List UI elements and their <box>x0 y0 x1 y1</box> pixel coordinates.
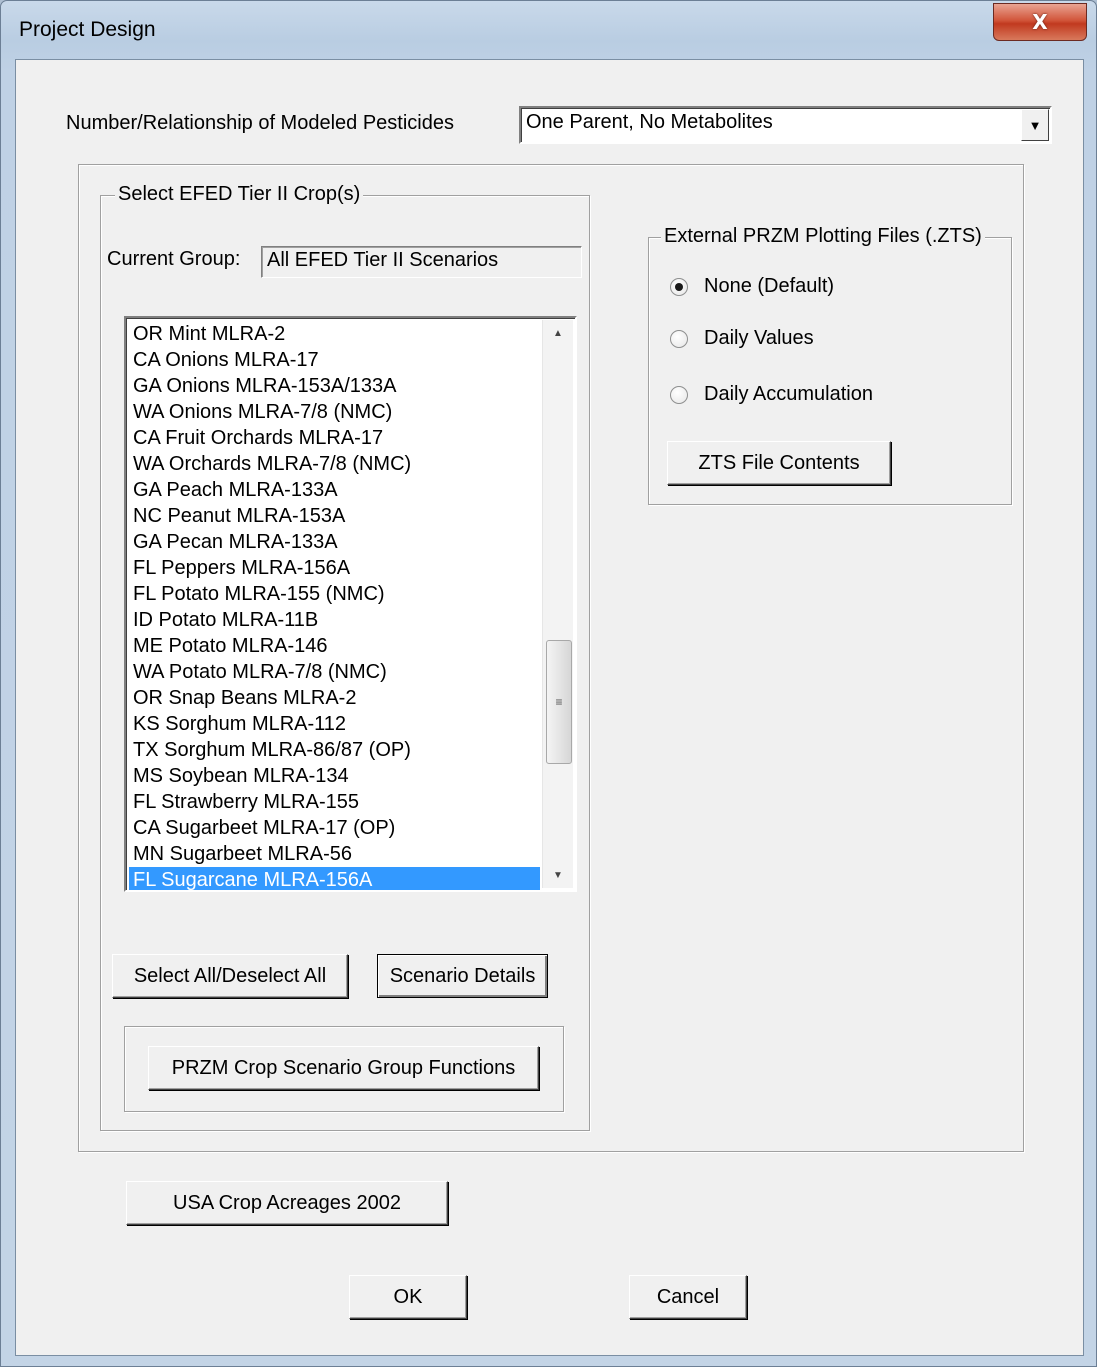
list-item[interactable]: CA Sugarbeet MLRA-17 (OP) <box>129 815 540 841</box>
list-item[interactable]: FL Peppers MLRA-156A <box>129 555 540 581</box>
current-group-field: All EFED Tier II Scenarios <box>261 246 582 278</box>
list-item[interactable]: OR Snap Beans MLRA-2 <box>129 685 540 711</box>
dialog-client-area: Number/Relationship of Modeled Pesticide… <box>15 59 1084 1356</box>
group-functions-button[interactable]: PRZM Crop Scenario Group Functions <box>148 1046 539 1090</box>
radio-daily-values-label: Daily Values <box>704 327 814 349</box>
list-item[interactable]: WA Potato MLRA-7/8 (NMC) <box>129 659 540 685</box>
pesticides-dropdown-value: One Parent, No Metabolites <box>526 111 773 133</box>
zts-file-contents-button[interactable]: ZTS File Contents <box>667 441 891 485</box>
list-item[interactable]: WA Onions MLRA-7/8 (NMC) <box>129 399 540 425</box>
list-item[interactable]: FL Strawberry MLRA-155 <box>129 789 540 815</box>
group-functions-box: PRZM Crop Scenario Group Functions <box>124 1026 564 1112</box>
current-group-label: Current Group: <box>107 248 241 270</box>
crop-selection-group: Select EFED Tier II Crop(s) Current Grou… <box>100 183 590 1131</box>
list-item[interactable]: GA Onions MLRA-153A/133A <box>129 373 540 399</box>
pesticides-label: Number/Relationship of Modeled Pesticide… <box>66 112 454 134</box>
close-icon: X <box>1032 10 1048 34</box>
list-item[interactable]: WA Orchards MLRA-7/8 (NMC) <box>129 451 540 477</box>
radio-daily-accumulation-label: Daily Accumulation <box>704 383 873 405</box>
radio-daily-values-circle[interactable] <box>670 329 688 348</box>
close-button[interactable]: X <box>993 3 1087 41</box>
list-item[interactable]: TX Sorghum MLRA-86/87 (OP) <box>129 737 540 763</box>
select-all-button[interactable]: Select All/Deselect All <box>112 954 348 998</box>
list-item[interactable]: NC Peanut MLRA-153A <box>129 503 540 529</box>
list-item[interactable]: ME Potato MLRA-146 <box>129 633 540 659</box>
cancel-button[interactable]: Cancel <box>629 1275 747 1319</box>
usa-crop-acreages-button[interactable]: USA Crop Acreages 2002 <box>126 1181 448 1225</box>
zts-title: External PRZM Plotting Files (.ZTS) <box>661 225 985 248</box>
grip-icon: ≡ <box>555 695 563 709</box>
list-item[interactable]: MN Sugarbeet MLRA-56 <box>129 841 540 867</box>
radio-daily-values[interactable]: Daily Values <box>670 327 814 350</box>
radio-none-label: None (Default) <box>704 275 835 297</box>
scroll-up-icon[interactable]: ▲ <box>543 320 573 346</box>
list-item[interactable]: ID Potato MLRA-11B <box>129 607 540 633</box>
radio-none-circle[interactable] <box>670 277 688 296</box>
list-item[interactable]: KS Sorghum MLRA-112 <box>129 711 540 737</box>
scenario-details-button[interactable]: Scenario Details <box>377 954 548 998</box>
crop-selection-title: Select EFED Tier II Crop(s) <box>115 183 364 206</box>
radio-daily-accumulation-circle[interactable] <box>670 385 688 404</box>
chevron-down-icon[interactable]: ▼ <box>1021 109 1049 141</box>
scroll-down-icon[interactable]: ▼ <box>543 862 573 888</box>
list-item[interactable]: CA Onions MLRA-17 <box>129 347 540 373</box>
list-item[interactable]: GA Peach MLRA-133A <box>129 477 540 503</box>
pesticides-dropdown[interactable]: One Parent, No Metabolites ▼ <box>519 106 1052 144</box>
window-title: Project Design <box>19 18 156 41</box>
radio-none[interactable]: None (Default) <box>670 275 834 298</box>
list-item[interactable]: MS Soybean MLRA-134 <box>129 763 540 789</box>
current-group-value: All EFED Tier II Scenarios <box>267 249 499 271</box>
main-panel: Select EFED Tier II Crop(s) Current Grou… <box>78 164 1024 1152</box>
radio-daily-accumulation[interactable]: Daily Accumulation <box>670 383 873 406</box>
list-scrollbar[interactable]: ▲ ≡ ▼ <box>542 320 573 888</box>
project-design-window: Project Design X Number/Relationship of … <box>0 0 1097 1367</box>
scroll-thumb[interactable]: ≡ <box>546 640 572 764</box>
list-item[interactable]: OR Mint MLRA-2 <box>129 321 540 347</box>
list-item[interactable]: GA Pecan MLRA-133A <box>129 529 540 555</box>
list-item[interactable]: FL Sugarcane MLRA-156A <box>129 867 540 890</box>
list-item[interactable]: CA Fruit Orchards MLRA-17 <box>129 425 540 451</box>
crop-list-items: OR Mint MLRA-2 CA Onions MLRA-17 GA Onions… <box>129 321 540 890</box>
crop-scenario-list[interactable]: OR Mint MLRA-2 CA Onions MLRA-17 GA Onions… <box>124 316 577 892</box>
ok-button[interactable]: OK <box>349 1275 467 1319</box>
zts-group: External PRZM Plotting Files (.ZTS) None… <box>648 225 1012 505</box>
list-item[interactable]: FL Potato MLRA-155 (NMC) <box>129 581 540 607</box>
